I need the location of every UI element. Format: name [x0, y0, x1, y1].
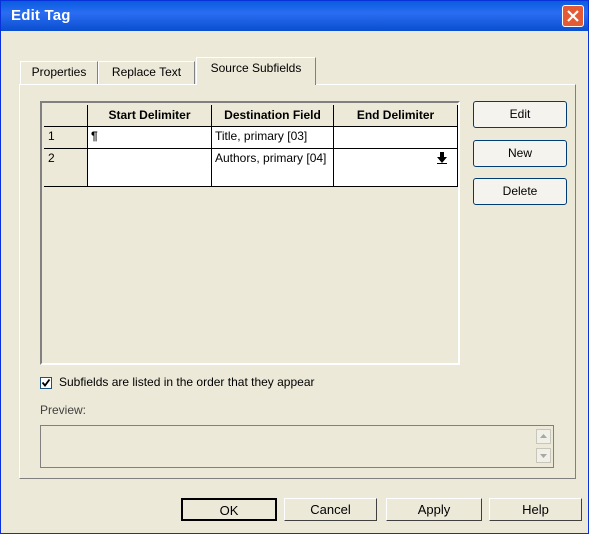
apply-button[interactable]: Apply	[386, 498, 482, 521]
edit-button[interactable]: Edit	[473, 101, 567, 128]
tab-label: Source Subfields	[210, 61, 302, 75]
grid-corner-header	[44, 105, 88, 127]
column-header-destination-field[interactable]: Destination Field	[212, 105, 334, 127]
close-icon	[567, 10, 579, 22]
window-title: Edit Tag	[11, 7, 71, 24]
help-button[interactable]: Help	[489, 498, 582, 521]
arrow-down-icon	[540, 454, 547, 458]
row-number[interactable]: 1	[44, 127, 88, 149]
tab-label: Properties	[31, 65, 87, 79]
grid-cell-end-delimiter[interactable]	[334, 149, 458, 187]
grid-cell-destination-field[interactable]: Authors, primary [04]	[212, 149, 334, 187]
grid-cell-start-delimiter[interactable]	[88, 149, 212, 187]
arrow-up-icon	[540, 434, 547, 438]
tab-label: Replace Text	[111, 65, 182, 79]
ok-button[interactable]: OK	[181, 498, 277, 521]
tab-properties[interactable]: Properties	[20, 61, 98, 84]
edit-tag-dialog: Edit Tag Properties Replace Text Source …	[0, 0, 589, 534]
preview-box[interactable]	[40, 425, 554, 468]
grid-cell-destination-field[interactable]: Title, primary [03]	[212, 127, 334, 149]
preview-label: Preview:	[40, 403, 87, 417]
grid-cell-start-delimiter[interactable]: ¶	[88, 127, 212, 149]
subfield-order-label[interactable]: Subfields are listed in the order that t…	[59, 375, 315, 389]
tab-source-subfields[interactable]: Source Subfields	[196, 57, 316, 85]
column-header-start-delimiter[interactable]: Start Delimiter	[88, 105, 212, 127]
scroll-up-button[interactable]	[536, 429, 551, 444]
dropdown-arrow-icon[interactable]	[437, 152, 447, 164]
tab-replace-text[interactable]: Replace Text	[98, 61, 195, 84]
row-number[interactable]: 2	[44, 149, 88, 187]
cancel-button[interactable]: Cancel	[284, 498, 377, 521]
delete-button[interactable]: Delete	[473, 178, 567, 205]
scroll-down-button[interactable]	[536, 448, 551, 463]
subfields-grid[interactable]: Start Delimiter Destination Field End De…	[40, 101, 460, 365]
column-header-end-delimiter[interactable]: End Delimiter	[334, 105, 458, 127]
subfield-order-checkbox[interactable]	[40, 377, 52, 389]
new-button[interactable]: New	[473, 140, 567, 167]
checkmark-icon	[41, 378, 51, 387]
title-bar: Edit Tag	[1, 1, 588, 31]
close-button[interactable]	[562, 5, 584, 27]
grid-cell-end-delimiter[interactable]	[334, 127, 458, 149]
tab-panel: Start Delimiter Destination Field End De…	[19, 84, 576, 479]
